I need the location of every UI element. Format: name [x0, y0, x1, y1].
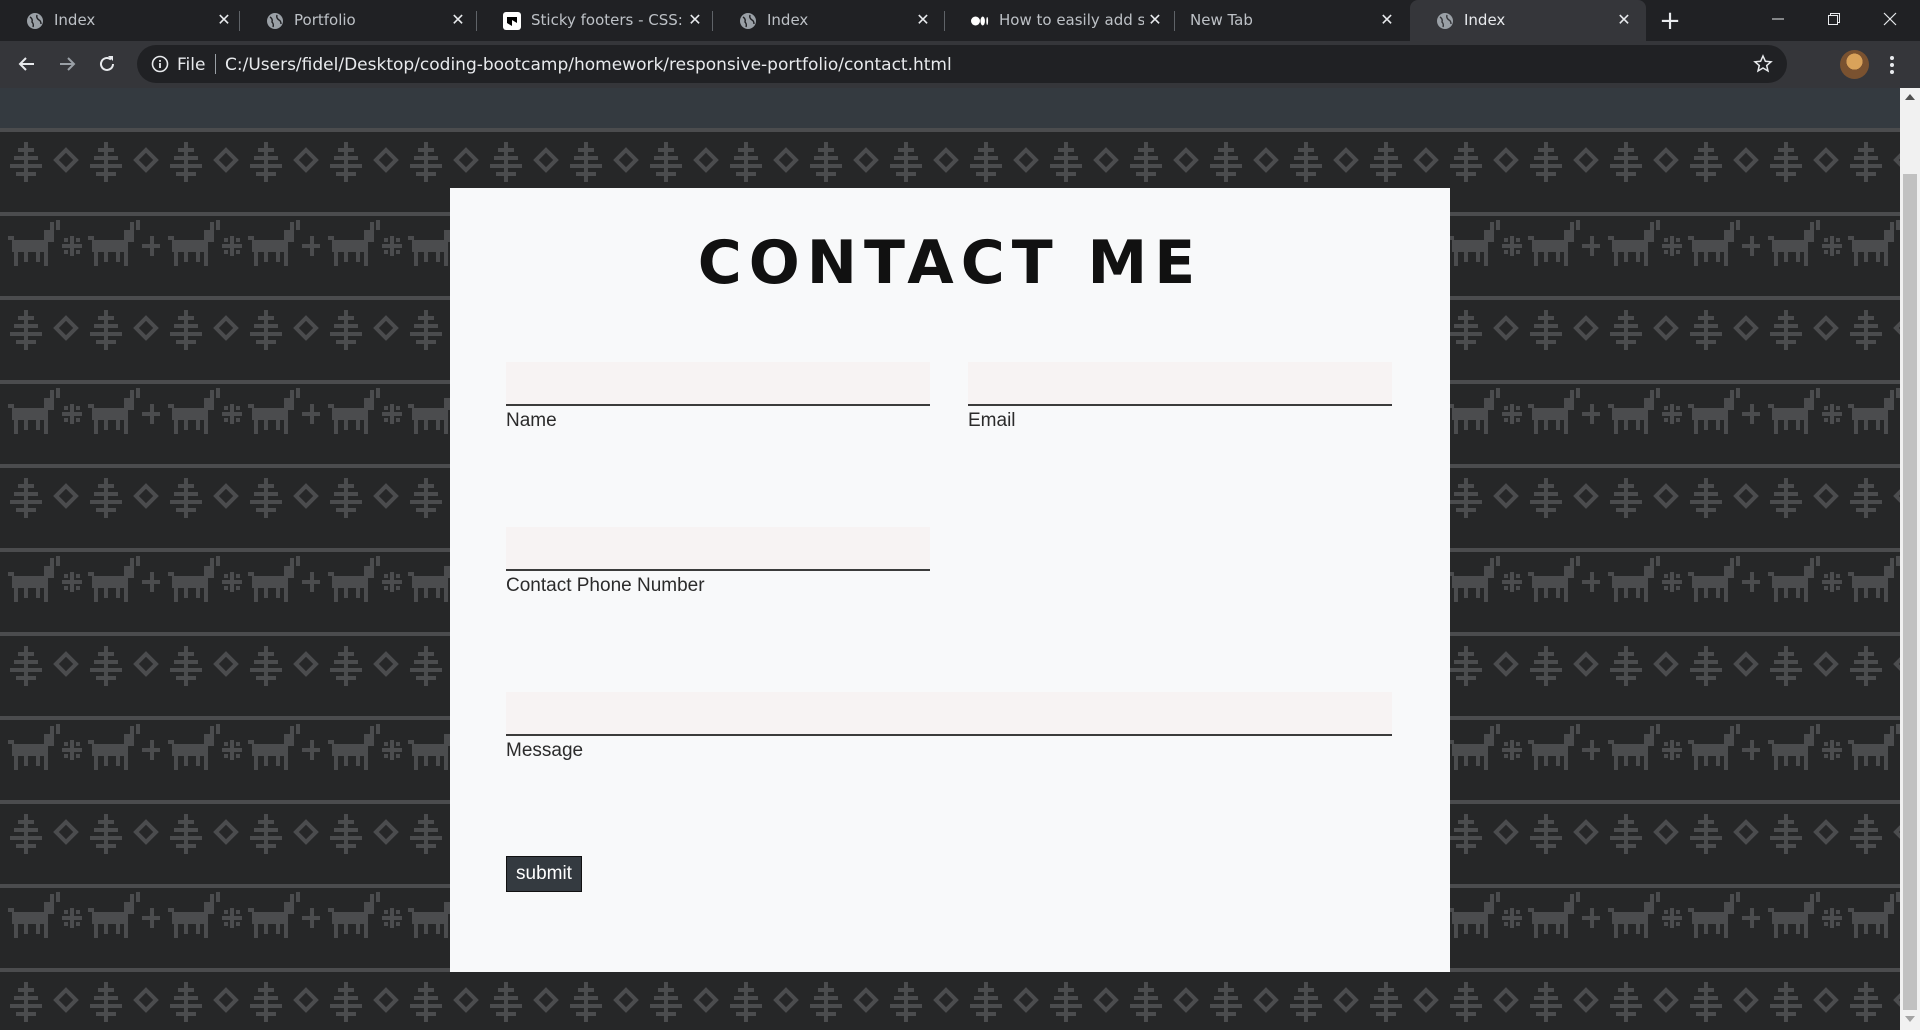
address-bar[interactable]: File C:/Users/fidel/Desktop/coding-bootc…: [137, 45, 1787, 83]
star-icon[interactable]: [1753, 54, 1773, 74]
page-title: CONTACT ME: [697, 228, 1203, 298]
close-icon[interactable]: ✕: [685, 10, 705, 30]
tab-title: Index: [767, 11, 809, 29]
omnibox-divider: [215, 54, 216, 74]
tab-medium-screenshots[interactable]: How to easily add screenshots ✕: [945, 0, 1175, 41]
tab-strip: Index ✕ Portfolio ✕ Sticky footers - CSS…: [0, 0, 1920, 41]
restore-icon: [1828, 13, 1840, 25]
name-input[interactable]: [506, 362, 930, 406]
kebab-menu-icon[interactable]: [1882, 52, 1902, 78]
phone-input[interactable]: [506, 527, 930, 571]
globe-icon: [26, 12, 44, 30]
tab-new-tab[interactable]: New Tab ✕: [1175, 0, 1408, 41]
reload-button[interactable]: [92, 49, 122, 79]
close-icon[interactable]: ✕: [1614, 10, 1634, 30]
globe-icon: [739, 12, 757, 30]
globe-icon: [266, 12, 284, 30]
close-icon[interactable]: ✕: [1377, 10, 1397, 30]
close-icon[interactable]: ✕: [913, 10, 933, 30]
tab-index-1[interactable]: Index ✕: [0, 0, 240, 41]
arrow-left-icon: [18, 57, 34, 71]
globe-icon: [1436, 12, 1454, 30]
url-text[interactable]: C:/Users/fidel/Desktop/coding-bootcamp/h…: [225, 55, 952, 75]
tab-portfolio[interactable]: Portfolio ✕: [240, 0, 477, 41]
page-viewport: CONTACT ME Name Email Contact Phone Numb…: [0, 88, 1900, 1030]
plus-icon: +: [1659, 6, 1681, 36]
email-input[interactable]: [968, 362, 1392, 406]
mdn-icon: [503, 12, 521, 30]
tab-index-active[interactable]: Index ✕: [1410, 0, 1646, 41]
close-icon[interactable]: ✕: [448, 10, 468, 30]
window-close-button[interactable]: [1862, 0, 1918, 38]
name-label: Name: [506, 410, 557, 431]
tab-sticky-footers[interactable]: Sticky footers - CSS: Cascading Style Sh…: [477, 0, 713, 41]
arrow-right-icon: [60, 57, 76, 71]
reload-icon: [100, 56, 114, 71]
tab-title: New Tab: [1190, 11, 1253, 29]
new-tab-button[interactable]: +: [1656, 7, 1684, 35]
minimize-icon: [1772, 18, 1784, 20]
info-icon[interactable]: [151, 55, 169, 73]
minimize-button[interactable]: [1750, 0, 1806, 38]
scheme-label: File: [177, 55, 206, 75]
email-label: Email: [968, 410, 1016, 431]
phone-label: Contact Phone Number: [506, 575, 705, 596]
scrollbar-thumb[interactable]: [1903, 174, 1917, 1010]
close-icon[interactable]: ✕: [1145, 10, 1165, 30]
browser-toolbar: File C:/Users/fidel/Desktop/coding-bootc…: [0, 41, 1920, 88]
tab-title: Index: [54, 11, 96, 29]
scroll-down-arrow-icon[interactable]: [1905, 1016, 1915, 1022]
profile-avatar[interactable]: [1840, 50, 1869, 79]
close-icon[interactable]: ✕: [214, 10, 234, 30]
restore-button[interactable]: [1806, 0, 1862, 38]
message-label: Message: [506, 740, 584, 761]
tab-index-2[interactable]: Index ✕: [713, 0, 945, 41]
forward-button[interactable]: [52, 49, 82, 79]
page-navbar: [0, 88, 1900, 128]
tab-title: Sticky footers - CSS: Cascading Style Sh…: [531, 11, 683, 29]
close-icon: [1883, 12, 1897, 26]
contact-card: CONTACT ME Name Email Contact Phone Numb…: [450, 188, 1450, 972]
submit-button[interactable]: submit: [506, 856, 582, 892]
back-button[interactable]: [12, 49, 42, 79]
vertical-scrollbar[interactable]: [1900, 88, 1920, 1030]
medium-icon: [971, 12, 989, 30]
scroll-up-arrow-icon[interactable]: [1905, 94, 1915, 100]
tab-title: How to easily add screenshots: [999, 11, 1144, 29]
tab-title: Index: [1464, 11, 1506, 29]
tab-title: Portfolio: [294, 11, 356, 29]
message-input[interactable]: [506, 692, 1392, 736]
